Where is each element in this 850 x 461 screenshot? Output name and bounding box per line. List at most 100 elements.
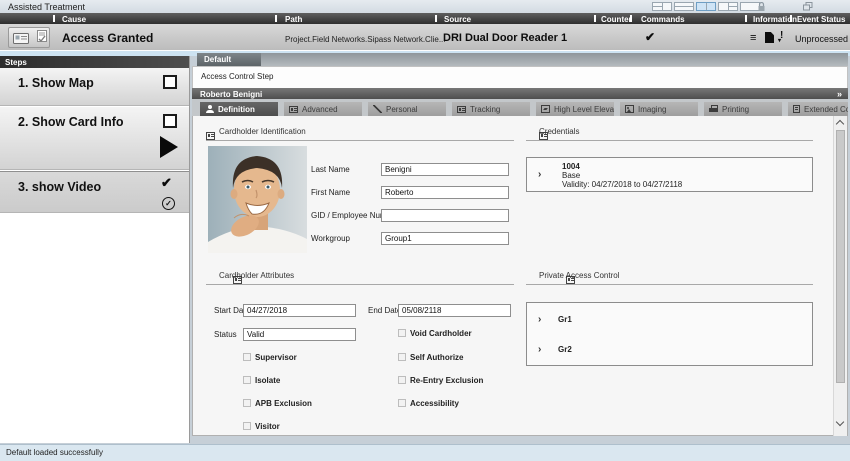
tab-label: Extended Control xyxy=(804,105,848,114)
layout-preset-icon-3-selected[interactable] xyxy=(696,2,716,11)
step-item-show-video[interactable]: 3. show Video ✔ ✓ xyxy=(0,171,189,213)
tab-label: High Level Elevator xyxy=(554,105,614,114)
apb-exclusion-checkbox[interactable] xyxy=(243,399,251,407)
step-type-bar: Access Control Step xyxy=(192,66,848,88)
column-cause[interactable]: Cause xyxy=(62,15,86,24)
column-path[interactable]: Path xyxy=(285,15,302,24)
checklist-badge-icon xyxy=(37,30,48,44)
column-counter[interactable]: Counter xyxy=(601,15,632,24)
access-group-gr1[interactable]: Gr1 xyxy=(558,315,572,324)
tab-label: Definition xyxy=(218,105,255,114)
step-item-show-map[interactable]: 1. Show Map xyxy=(0,68,189,106)
event-log-list-icon[interactable]: ≡ xyxy=(750,32,756,44)
column-source[interactable]: Source xyxy=(444,15,471,24)
step-label: 2. Show Card Info xyxy=(18,115,124,129)
layout-preset-icon-1[interactable] xyxy=(652,2,672,11)
tab-tracking[interactable]: Tracking xyxy=(452,102,530,116)
column-separator xyxy=(435,15,437,22)
accessibility-label: Accessibility xyxy=(410,399,459,408)
layout-preset-icon-2[interactable] xyxy=(674,2,694,11)
first-name-label: First Name xyxy=(311,188,350,197)
expander-icon[interactable]: › xyxy=(538,169,541,180)
credential-item[interactable]: › 1004 Base Validity: 04/27/2018 to 04/2… xyxy=(526,157,813,192)
re-entry-exclusion-checkbox[interactable] xyxy=(398,376,406,384)
last-name-input[interactable] xyxy=(381,163,509,176)
scrollbar-thumb[interactable] xyxy=(836,130,845,383)
step-label: 3. show Video xyxy=(18,180,101,194)
step-acknowledged-circle-check-icon[interactable]: ✓ xyxy=(162,197,175,210)
elevator-icon xyxy=(541,105,550,113)
tab-extended-control[interactable]: Extended Control xyxy=(788,102,848,116)
workgroup-label: Workgroup xyxy=(311,234,350,243)
view-tab-strip xyxy=(261,53,848,66)
gid-input[interactable] xyxy=(381,209,509,222)
vertical-scrollbar[interactable] xyxy=(833,116,847,436)
credential-validity: Validity: 04/27/2018 to 04/27/2118 xyxy=(562,180,682,189)
lock-icon xyxy=(757,2,766,12)
visitor-checkbox[interactable] xyxy=(243,422,251,430)
column-separator xyxy=(53,15,55,22)
tab-personal[interactable]: Personal xyxy=(368,102,446,116)
layout-preset-icon-4[interactable] xyxy=(718,2,738,11)
isolate-checkbox[interactable] xyxy=(243,376,251,384)
title-bar: Assisted Treatment xyxy=(0,0,850,13)
document-icon xyxy=(793,105,800,113)
start-date-input[interactable] xyxy=(243,304,356,317)
supervisor-checkbox[interactable] xyxy=(243,353,251,361)
step-item-show-card-info[interactable]: 2. Show Card Info xyxy=(0,107,189,170)
tab-advanced[interactable]: Advanced xyxy=(284,102,362,116)
play-step-icon[interactable] xyxy=(160,136,178,158)
tab-label: Printing xyxy=(722,105,749,114)
workgroup-input[interactable] xyxy=(381,232,509,245)
void-cardholder-checkbox[interactable] xyxy=(398,329,406,337)
last-name-label: Last Name xyxy=(311,165,350,174)
expander-icon[interactable]: › xyxy=(538,314,541,325)
step-checkbox[interactable] xyxy=(163,75,177,89)
event-row[interactable]: Access Granted Project.Field Networks.Si… xyxy=(0,24,850,51)
expand-more-icon[interactable]: » xyxy=(837,89,842,99)
section-title: Cardholder Attributes xyxy=(219,271,294,280)
steps-panel-header: Steps xyxy=(0,56,189,68)
column-separator xyxy=(790,15,792,22)
command-executed-check-icon: ✔ xyxy=(645,30,655,44)
section-rule xyxy=(526,140,813,141)
tab-label: Tracking xyxy=(470,105,500,114)
restore-window-icon[interactable] xyxy=(803,2,813,11)
event-document-icon[interactable] xyxy=(765,32,774,43)
supervisor-label: Supervisor xyxy=(255,353,297,362)
self-authorize-checkbox[interactable] xyxy=(398,353,406,361)
column-event-status[interactable]: Event Status xyxy=(797,15,845,24)
step-checkbox[interactable] xyxy=(163,114,177,128)
tab-imaging[interactable]: Imaging xyxy=(620,102,698,116)
access-group-gr2[interactable]: Gr2 xyxy=(558,345,572,354)
tab-label: Personal xyxy=(386,105,418,114)
cardholder-photo xyxy=(208,146,307,253)
tab-printing[interactable]: Printing xyxy=(704,102,782,116)
steps-panel: Steps 1. Show Map 2. Show Card Info 3. s… xyxy=(0,56,190,443)
first-name-input[interactable] xyxy=(381,186,509,199)
tracking-card-icon xyxy=(457,106,466,113)
expander-icon[interactable]: › xyxy=(538,344,541,355)
event-type-button[interactable] xyxy=(8,27,50,48)
scroll-up-icon[interactable] xyxy=(836,120,844,128)
printer-icon xyxy=(709,105,718,113)
view-tab-default[interactable]: Default xyxy=(197,53,261,66)
tab-label: Imaging xyxy=(638,105,666,114)
pencil-icon xyxy=(373,105,382,113)
column-commands[interactable]: Commands xyxy=(641,15,685,24)
tab-high-level-elevator[interactable]: High Level Elevator xyxy=(536,102,614,116)
window-title: Assisted Treatment xyxy=(8,2,85,12)
accessibility-checkbox[interactable] xyxy=(398,399,406,407)
cardholder-name: Roberto Benigni xyxy=(200,90,262,99)
assisted-treatment-window: Assisted Treatment Cause Path Source Cou… xyxy=(0,0,850,461)
end-date-input[interactable] xyxy=(398,304,511,317)
event-column-header: Cause Path Source Counter Commands Infor… xyxy=(0,13,850,24)
scroll-down-icon[interactable] xyxy=(836,418,844,426)
status-input[interactable] xyxy=(243,328,356,341)
status-message: Default loaded successfully xyxy=(6,448,103,457)
tab-definition[interactable]: Definition xyxy=(200,102,278,116)
alert-dropdown-caret-icon[interactable]: ▾ xyxy=(778,37,781,44)
credential-profile: Base xyxy=(562,171,580,180)
tab-label: Advanced xyxy=(302,105,338,114)
event-path-value: Project.Field Networks.Sipass Network.Cl… xyxy=(285,35,446,44)
